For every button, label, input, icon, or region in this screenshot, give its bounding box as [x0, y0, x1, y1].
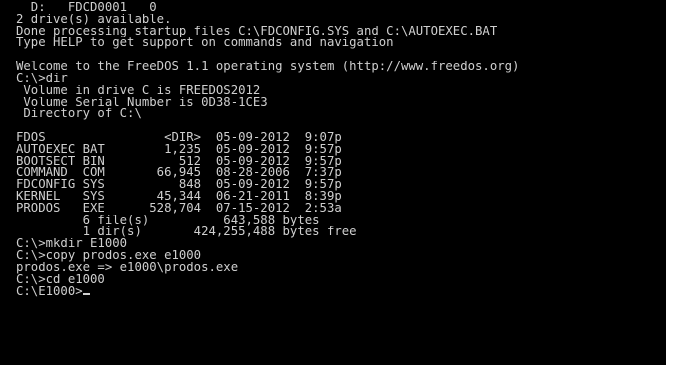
text-cursor — [82, 292, 90, 295]
dos-screen[interactable]: D: FDCD0001 0 2 drive(s) available. Done… — [0, 0, 666, 365]
terminal-line: 6 file(s) 643,588 bytes — [16, 214, 320, 227]
terminal-line: C:\>copy prodos.exe e1000 — [16, 250, 202, 262]
terminal-line: COMMAND COM 66,945 08-28-2006 7:37p — [16, 167, 342, 180]
terminal-line: Volume in drive C is FREEDOS2012 — [16, 84, 261, 97]
terminal-line: D: FDCD0001 0 — [16, 2, 157, 14]
terminal-line: FDOS <DIR> 05-09-2012 9:07p — [16, 131, 342, 144]
terminal-line: Directory of C:\ — [16, 108, 142, 121]
terminal-line: Volume Serial Number is 0D38-1CE3 — [16, 96, 268, 109]
terminal-line: Type HELP to get support on commands and… — [16, 37, 394, 50]
terminal-line: Welcome to the FreeDOS 1.1 operating sys… — [16, 61, 520, 73]
terminal-line: prodos.exe => e1000\prodos.exe — [16, 261, 239, 274]
terminal-output: D: FDCD0001 0 2 drive(s) available. Done… — [16, 2, 664, 297]
terminal-line: BOOTSECT BIN 512 05-09-2012 9:57p — [16, 155, 342, 168]
terminal-line: C:\>dir — [16, 72, 68, 85]
terminal-line: FDCONFIG SYS 848 05-09-2012 9:57p — [16, 179, 342, 191]
terminal-line: PRODOS EXE 528,704 07-15-2012 2:53a — [16, 202, 342, 215]
terminal-line: C:\>mkdir E1000 — [16, 238, 128, 251]
terminal-line: AUTOEXEC BAT 1,235 05-09-2012 9:57p — [16, 143, 342, 156]
command-prompt: C:\E1000> — [16, 285, 83, 298]
terminal-line: Done processing startup files C:\FDCONFI… — [16, 25, 498, 38]
terminal-line: KERNEL SYS 45,344 06-21-2011 8:39p — [16, 191, 342, 203]
terminal-line: 1 dir(s) 424,255,488 bytes free — [16, 226, 357, 239]
command-prompt-line[interactable]: C:\E1000> — [16, 286, 664, 298]
terminal-line: 2 drive(s) available. — [16, 13, 172, 26]
terminal-line: C:\>cd e1000 — [16, 273, 105, 286]
